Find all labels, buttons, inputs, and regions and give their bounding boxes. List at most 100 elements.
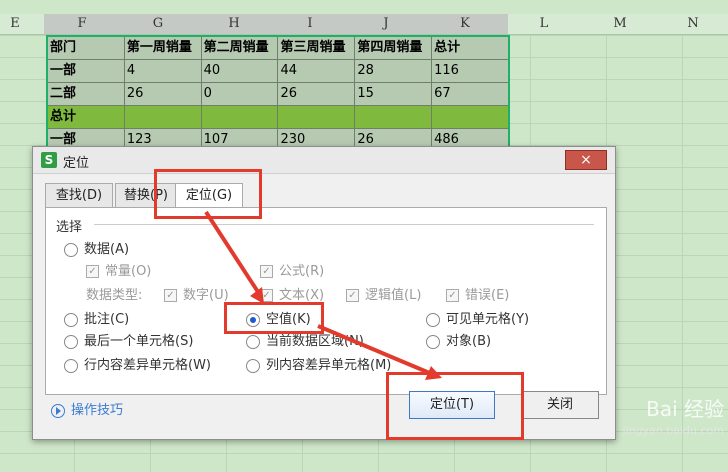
table-cell[interactable]: 28 [355,60,433,82]
check-text-label: 文本(X) [279,288,325,303]
radio-button[interactable] [246,358,260,373]
data-table: 部门 第一周销量 第二周销量 第三周销量 第四周销量 总计 一部 4 40 44… [46,35,510,154]
table-row: 部门 第一周销量 第二周销量 第三周销量 第四周销量 总计 [48,37,508,60]
tab-find[interactable]: 查找(D) [45,183,113,209]
radio-last-label: 最后一个单元格(S) [84,334,194,349]
table-cell[interactable] [125,106,202,128]
group-label: 选择 [56,220,83,235]
goto-panel: 选择 数据(A) ✓ 常量(O) ✓ 公式(R) 数据类型: ✓ 数字(U) ✓ 文本(… [45,207,607,395]
table-cell[interactable]: 第二周销量 [202,37,279,59]
check-number[interactable]: ✓ 数字(U) [164,288,229,304]
check-constant[interactable]: ✓ 常量(O) [86,264,151,280]
check-formula[interactable]: ✓ 公式(R) [260,264,324,280]
locate-button[interactable]: 定位(T) [409,391,495,419]
column-header-i[interactable]: I [272,14,348,34]
checkbox[interactable]: ✓ [446,289,459,302]
table-cell[interactable]: 116 [432,60,508,82]
check-constant-label: 常量(O) [105,264,152,279]
check-logic[interactable]: ✓ 逻辑值(L) [346,288,421,304]
goto-dialog: S 定位 × 查找(D) 替换(P) 定位(G) 选择 数据(A) ✓ 常量(O)… [32,146,616,440]
table-cell[interactable] [355,106,433,128]
close-icon[interactable]: × [565,150,607,170]
tab-goto[interactable]: 定位(G) [175,183,243,209]
dialog-title: 定位 [63,156,90,171]
watermark-url: jingyan.baidu.com [622,424,724,437]
column-header-e[interactable]: E [0,14,30,34]
radio-blank-label: 空值(K) [266,312,311,327]
table-cell[interactable]: 15 [355,83,433,105]
watermark-brand: Bai 经验 [646,397,724,421]
table-cell[interactable] [202,106,279,128]
dialog-titlebar[interactable]: S 定位 × [33,147,615,174]
radio-button[interactable] [64,358,78,373]
checkbox[interactable]: ✓ [164,289,177,302]
table-cell[interactable] [432,106,508,128]
radio-row-diff-label: 行内容差异单元格(W) [84,358,211,373]
radio-visible[interactable]: 可见单元格(Y) [426,312,529,328]
radio-blank[interactable]: 空值(K) [246,312,311,328]
radio-object-label: 对象(B) [446,334,492,349]
table-cell[interactable]: 总计 [432,37,508,59]
column-header-f[interactable]: F [44,14,120,34]
check-number-label: 数字(U) [183,288,229,303]
table-cell[interactable]: 总计 [48,106,125,128]
table-cell[interactable]: 第三周销量 [278,37,356,59]
column-header-l[interactable]: L [506,14,582,34]
table-cell[interactable]: 40 [202,60,279,82]
table-row: 一部 4 40 44 28 116 [48,60,508,83]
radio-button[interactable] [64,242,78,257]
radio-data-label: 数据(A) [84,242,130,257]
table-cell[interactable]: 一部 [48,60,125,82]
radio-comment-label: 批注(C) [84,312,130,327]
radio-button-selected[interactable] [246,312,260,327]
radio-button[interactable] [426,312,440,327]
table-cell[interactable]: 第一周销量 [125,37,202,59]
tips-label: 操作技巧 [71,403,124,418]
table-cell[interactable] [278,106,356,128]
radio-button[interactable] [64,334,78,349]
radio-col-diff[interactable]: 列内容差异单元格(M) [246,358,391,374]
radio-object[interactable]: 对象(B) [426,334,491,350]
checkbox[interactable]: ✓ [260,265,273,278]
check-logic-label: 逻辑值(L) [365,288,422,303]
check-text[interactable]: ✓ 文本(X) [260,288,324,304]
column-header-m[interactable]: M [582,14,658,34]
table-cell[interactable]: 4 [125,60,202,82]
checkbox[interactable]: ✓ [346,289,359,302]
table-row: 二部 26 0 26 15 67 [48,83,508,106]
data-type-label: 数据类型: [86,288,143,303]
checkbox[interactable]: ✓ [86,265,99,278]
radio-region-label: 当前数据区域(N) [266,334,364,349]
table-cell[interactable]: 二部 [48,83,125,105]
radio-data[interactable]: 数据(A) [64,242,129,258]
column-header-h[interactable]: H [196,14,272,34]
check-error[interactable]: ✓ 错误(E) [446,288,509,304]
radio-visible-label: 可见单元格(Y) [446,312,530,327]
radio-last[interactable]: 最后一个单元格(S) [64,334,193,350]
table-cell[interactable]: 部门 [48,37,125,59]
radio-row-diff[interactable]: 行内容差异单元格(W) [64,358,211,374]
radio-comment[interactable]: 批注(C) [64,312,129,328]
tips-link[interactable]: 操作技巧 [51,399,123,418]
table-cell[interactable]: 0 [202,83,279,105]
column-header-k[interactable]: K [424,14,506,34]
column-header-n[interactable]: N [658,14,728,34]
radio-button[interactable] [246,334,260,349]
radio-button[interactable] [64,312,78,327]
column-header-g[interactable]: G [120,14,196,34]
table-cell[interactable]: 67 [432,83,508,105]
radio-button[interactable] [426,334,440,349]
table-cell[interactable]: 第四周销量 [355,37,433,59]
check-formula-label: 公式(R) [279,264,325,279]
check-error-label: 错误(E) [465,288,510,303]
table-row-total: 总计 [48,106,508,129]
wps-logo-icon: S [41,152,57,168]
table-cell[interactable]: 26 [125,83,202,105]
table-cell[interactable]: 44 [278,60,356,82]
checkbox[interactable]: ✓ [260,289,273,302]
radio-region[interactable]: 当前数据区域(N) [246,334,364,350]
baidu-watermark: Bai 经验 jingyan.baidu.com [574,398,724,468]
table-cell[interactable]: 26 [278,83,356,105]
tab-replace[interactable]: 替换(P) [115,183,177,209]
column-header-j[interactable]: J [348,14,424,34]
